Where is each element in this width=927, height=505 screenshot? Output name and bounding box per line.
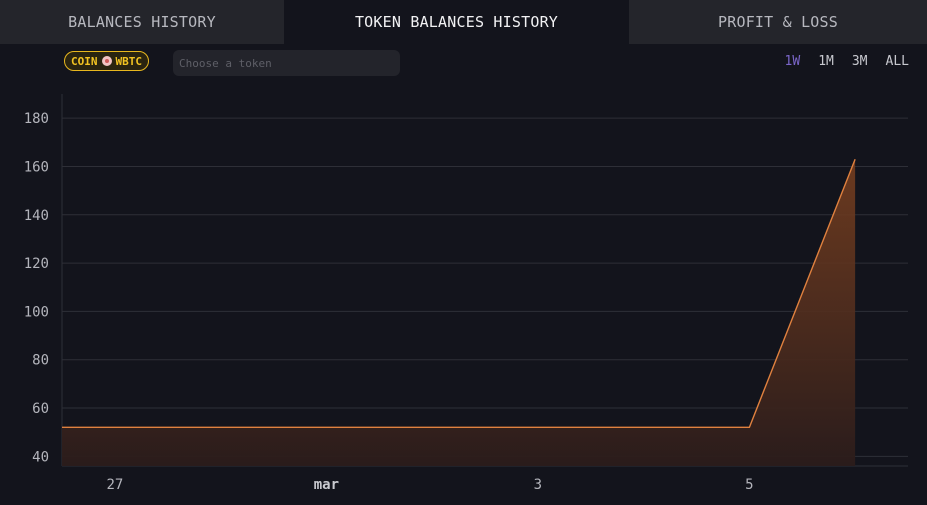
y-tick-labels: 40 60 80 100 120 140 160 180 <box>24 111 49 465</box>
area-layer <box>61 158 856 467</box>
y-tick-label-80: 80 <box>32 353 49 369</box>
series-area-0 <box>62 159 856 467</box>
x-tick-label-1: mar <box>314 477 339 493</box>
y-tick-label-120: 120 <box>24 256 49 272</box>
series-line-0 <box>62 158 856 429</box>
y-tick-label-140: 140 <box>24 208 49 224</box>
balance-chart: 40 60 80 100 120 140 160 180 27 mar 3 5 <box>24 94 908 493</box>
y-tick-label-180: 180 <box>24 111 49 127</box>
y-tick-label-160: 160 <box>24 159 49 175</box>
x-tick-labels: 27 mar 3 5 <box>106 477 753 493</box>
x-tick-label-2: 3 <box>534 477 542 493</box>
y-tick-label-100: 100 <box>24 304 49 320</box>
x-tick-label-0: 27 <box>106 477 123 493</box>
y-tick-label-60: 60 <box>32 401 49 417</box>
token-balances-panel: BALANCES HISTORY TOKEN BALANCES HISTORY … <box>0 0 927 505</box>
y-tick-label-40: 40 <box>32 449 49 465</box>
x-tick-label-3: 5 <box>745 477 753 493</box>
